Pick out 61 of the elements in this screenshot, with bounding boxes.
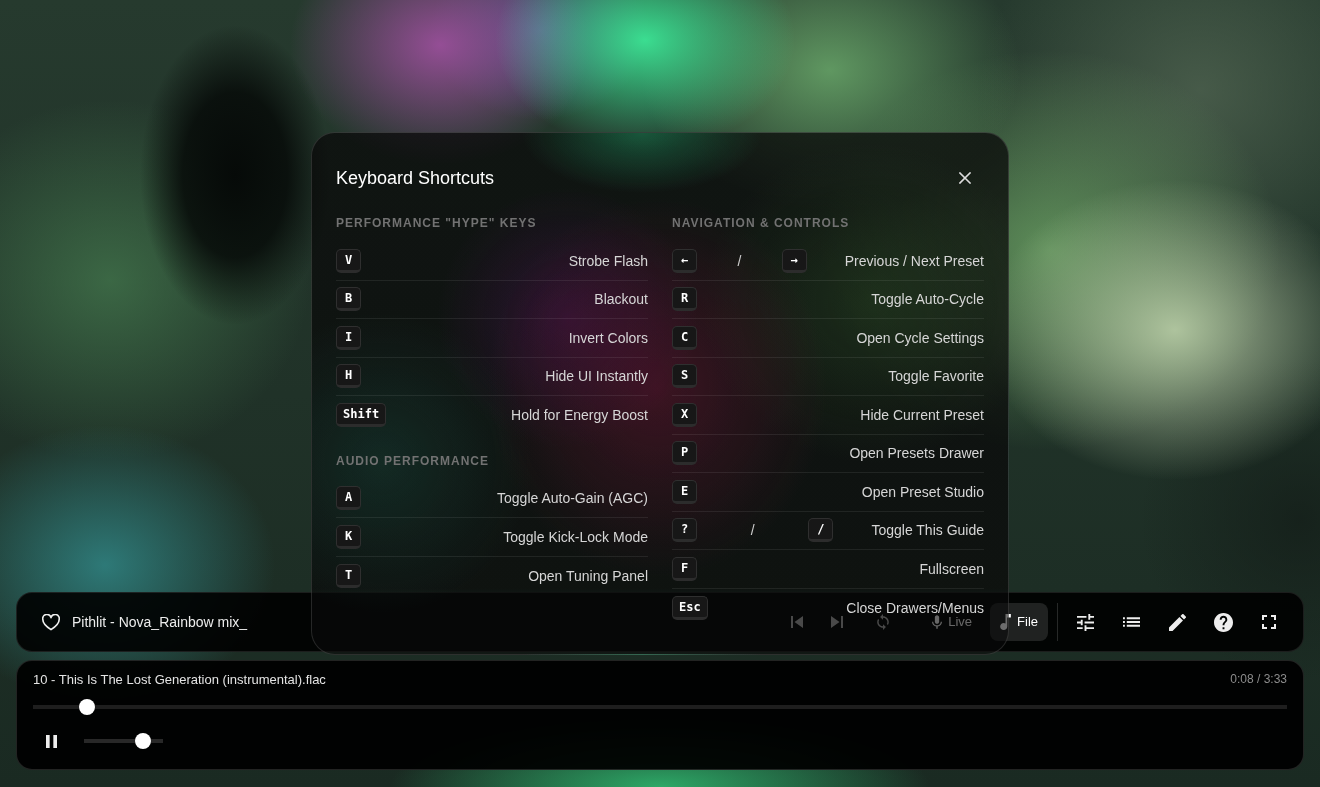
music-note-icon bbox=[1000, 614, 1012, 630]
key-cap: I bbox=[336, 325, 361, 350]
key-cap: V bbox=[336, 248, 361, 273]
key-cap: T bbox=[336, 563, 361, 588]
playback-time: 0:08 / 3:33 bbox=[1230, 672, 1287, 686]
key-cap: R bbox=[672, 287, 697, 312]
key-cap: K bbox=[336, 524, 361, 549]
key-separator: / bbox=[750, 522, 755, 539]
shortcut-description: Invert Colors bbox=[568, 330, 648, 345]
list-icon bbox=[1122, 617, 1140, 627]
section-heading: PERFORMANCE "HYPE" KEYS bbox=[336, 215, 538, 231]
key-cap: X bbox=[672, 402, 697, 427]
shortcut-description: Hide UI Instantly bbox=[545, 369, 648, 384]
key-cap: ? bbox=[672, 518, 697, 543]
key-cap: E bbox=[672, 479, 697, 504]
mode-button[interactable]: Live bbox=[922, 615, 983, 629]
shortcut-description: Open Cycle Settings bbox=[856, 330, 984, 345]
key-cap: B bbox=[336, 287, 361, 312]
skip-previous-icon bbox=[791, 616, 804, 628]
shortcut-description: Toggle Kick-Lock Mode bbox=[503, 529, 648, 544]
shortcut-description: Blackout bbox=[594, 292, 648, 307]
key-cap: / bbox=[808, 518, 834, 543]
shortcut-description: Toggle Favorite bbox=[888, 369, 984, 384]
shortcut-description: Open Preset Studio bbox=[861, 484, 984, 499]
help-icon bbox=[1213, 612, 1233, 632]
skip-next-icon bbox=[831, 616, 844, 628]
shortcut-description: Toggle Auto-Gain (AGC) bbox=[497, 491, 648, 506]
shortcut-description: Toggle This Guide bbox=[871, 523, 984, 538]
pencil-icon bbox=[1168, 613, 1186, 631]
key-cap: P bbox=[672, 441, 697, 466]
preset-name: Pithlit - Nova_Rainbow mix_ bbox=[72, 614, 248, 630]
cycle-arrows-icon bbox=[876, 614, 891, 630]
key-cap: Shift bbox=[336, 403, 387, 428]
track-title: 10 - This Is The Lost Generation (instrumental).flac bbox=[33, 671, 326, 687]
key-separator: / bbox=[737, 252, 742, 269]
section-heading: AUDIO PERFORMANCE bbox=[336, 452, 490, 469]
key-cap: ← bbox=[672, 248, 697, 273]
shortcut-description: Open Presets Drawer bbox=[849, 446, 984, 461]
shortcut-description: Open Tuning Panel bbox=[528, 568, 648, 583]
key-cap: → bbox=[781, 248, 807, 273]
microphone-icon bbox=[932, 615, 943, 629]
key-cap: C bbox=[672, 325, 697, 350]
key-cap: A bbox=[336, 486, 361, 511]
key-cap: S bbox=[672, 364, 697, 389]
shortcut-description: Strobe Flash bbox=[568, 253, 648, 268]
key-cap: H bbox=[336, 364, 361, 389]
shortcut-description: Hide Current Preset bbox=[860, 407, 984, 422]
seek-thumb[interactable] bbox=[78, 699, 95, 715]
fullscreen-icon bbox=[1262, 615, 1276, 629]
shortcut-description: Hold for Energy Boost bbox=[511, 408, 648, 423]
section-heading: NAVIGATION & CONTROLS bbox=[672, 215, 851, 231]
shortcut-description: Fullscreen bbox=[919, 561, 984, 576]
key-cap: F bbox=[672, 556, 697, 581]
key-cap: Esc bbox=[672, 595, 708, 620]
shortcut-description: Close Drawers/Menus bbox=[846, 600, 984, 615]
dialog-title: Keyboard Shortcuts bbox=[336, 167, 495, 189]
close-icon bbox=[959, 172, 971, 184]
volume-thumb[interactable] bbox=[135, 733, 152, 749]
sliders-icon bbox=[1076, 613, 1094, 631]
shortcut-description: Previous / Next Preset bbox=[844, 253, 984, 268]
shortcut-description: Toggle Auto-Cycle bbox=[871, 292, 984, 307]
